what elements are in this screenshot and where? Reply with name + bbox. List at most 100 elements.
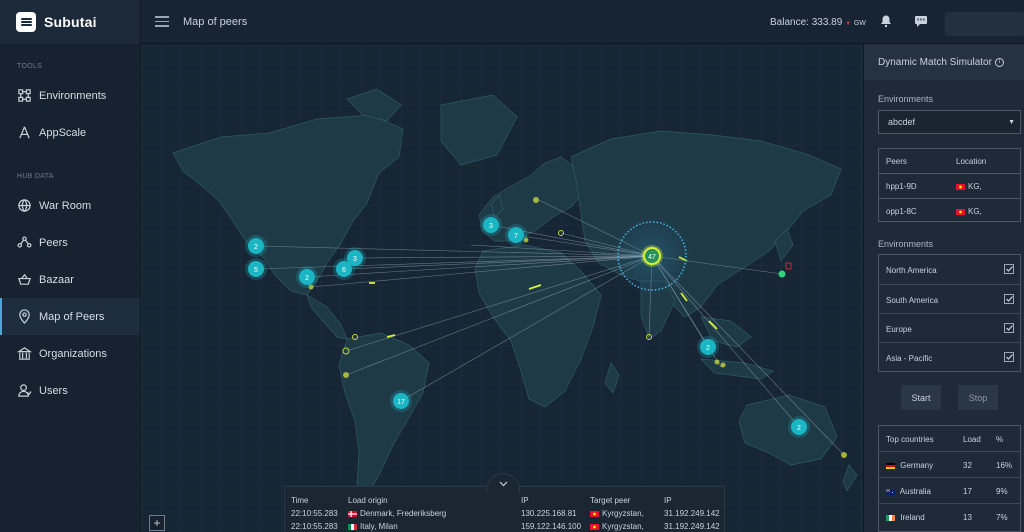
users-icon (16, 383, 32, 399)
start-button[interactable]: Start (901, 385, 941, 410)
caret-down-icon: ▼ (1008, 119, 1015, 126)
cluster-marker[interactable]: 7 (505, 224, 527, 246)
peers-header-location: Location (956, 157, 987, 166)
checkbox-checked-icon[interactable] (1004, 352, 1014, 362)
stop-button[interactable]: Stop (958, 385, 998, 410)
zoom-in-button[interactable]: + (149, 515, 165, 531)
logo[interactable]: Subutai (0, 0, 140, 44)
log-header-origin: Load origin (348, 496, 388, 505)
user-menu[interactable] (945, 12, 1024, 36)
sidebar-item-label: Peers (39, 236, 68, 249)
top-pct: 7% (996, 513, 1008, 522)
log-time: 22:10:55.283 (291, 522, 338, 531)
balance-down-icon: ▼ (845, 21, 852, 27)
log-target-ip: 31.192.249.142 (664, 522, 720, 531)
cluster-marker[interactable]: 17 (390, 390, 412, 412)
organizations-icon (16, 346, 32, 362)
bazaar-icon (16, 272, 32, 288)
checkbox-checked-icon[interactable] (1004, 264, 1014, 274)
cluster-marker[interactable]: 6 (333, 258, 355, 280)
regions-label: Environments (878, 239, 934, 249)
cluster-count: 7 (514, 233, 518, 240)
environment-select[interactable]: abcdef ▼ (878, 110, 1021, 134)
peers-table-header: Peers Location (879, 149, 1020, 173)
region-europe[interactable]: Europe (879, 313, 1020, 342)
sidebar-item-label: Bazaar (39, 273, 74, 286)
region-checklist: North America South America Europe Asia … (878, 254, 1021, 372)
top-country-name: Australia (899, 487, 931, 496)
world-map[interactable]: 2 5 3 6 2 3 7 47 2 17 2 + (141, 45, 863, 532)
chat-icon[interactable] (914, 14, 928, 28)
table-row[interactable]: Australia 17 9% (879, 478, 1020, 503)
top-header: Map of peers Balance: 333.89 ▼ GW (141, 0, 1024, 44)
balance-value: 333.89 (811, 17, 843, 28)
sidebar-item-map-of-peers[interactable]: Map of Peers (0, 298, 140, 335)
peers-table: Peers Location hpp1-9D KG, opp1-8C KG, (878, 148, 1021, 222)
sidebar-item-label: Users (39, 384, 68, 397)
table-row[interactable]: Germany 32 16% (879, 452, 1020, 477)
log-ip: 159.122.146.100 (521, 522, 582, 531)
cluster-marker[interactable]: 5 (245, 258, 267, 280)
top-country-name: Ireland (900, 513, 925, 522)
region-label: South America (886, 296, 939, 305)
log-row[interactable]: 22:10:55.283 Italy, Milan 159.122.146.10… (285, 522, 724, 532)
cluster-count: 2 (797, 425, 801, 432)
table-row[interactable]: opp1-8C KG, (879, 199, 1020, 223)
hub-cluster-marker[interactable]: 47 (641, 245, 663, 267)
region-label: Europe (886, 325, 912, 334)
environments-icon (16, 88, 32, 104)
table-row[interactable]: hpp1-9D KG, (879, 174, 1020, 198)
cluster-marker[interactable]: 2 (245, 235, 267, 257)
dynamic-match-simulator-panel: Dynamic Match Simulator i Environments a… (863, 44, 1024, 532)
top-load: 13 (963, 513, 972, 522)
sidebar-item-war-room[interactable]: War Room (0, 187, 140, 224)
kyrgyzstan-flag-icon (956, 208, 965, 215)
region-asia-pacific[interactable]: Asia - Pacific (879, 342, 1020, 371)
region-label: Asia - Pacific (886, 354, 933, 363)
environment-select-value: abcdef (888, 117, 916, 127)
kyrgyzstan-flag-icon (590, 510, 599, 517)
sidebar-item-label: Organizations (39, 347, 107, 360)
top-pct: 16% (996, 461, 1013, 470)
region-label: North America (886, 266, 937, 275)
map-canvas[interactable]: 2 5 3 6 2 3 7 47 2 17 2 (141, 45, 863, 532)
chevron-down-icon (499, 481, 507, 486)
top-country: Ireland (886, 513, 925, 522)
cluster-count: 5 (254, 267, 258, 274)
map-pin-icon (16, 309, 32, 325)
italy-flag-icon (348, 523, 357, 530)
panel-title: Dynamic Match Simulator (878, 56, 992, 68)
top-load: 17 (963, 487, 972, 496)
log-header-ip: IP (521, 496, 529, 505)
log-target-text: Kyrgyzstan, (602, 522, 644, 531)
cluster-marker[interactable]: 2 (788, 416, 810, 438)
cluster-marker[interactable]: 2 (296, 266, 318, 288)
region-north-america[interactable]: North America (879, 255, 1020, 284)
sidebar-item-bazaar[interactable]: Bazaar (0, 261, 140, 298)
sidebar-item-environments[interactable]: Environments (0, 77, 140, 114)
log-row[interactable]: 22:10:55.283 Denmark, Frederiksberg 130.… (285, 509, 724, 521)
top-pct: 9% (996, 487, 1008, 496)
sidebar-item-label: Environments (39, 89, 107, 102)
cluster-marker[interactable]: 3 (480, 214, 502, 236)
top-countries-header: Top countries Load % (879, 426, 1020, 451)
cluster-marker[interactable]: 2 (697, 336, 719, 358)
menu-icon[interactable] (155, 13, 169, 30)
page-title: Map of peers (183, 15, 248, 28)
bell-icon[interactable] (879, 14, 893, 28)
sidebar-item-peers[interactable]: Peers (0, 224, 140, 261)
checkbox-checked-icon[interactable] (1004, 294, 1014, 304)
germany-flag-icon (886, 462, 895, 469)
info-icon[interactable]: i (994, 57, 1004, 67)
sidebar-item-users[interactable]: Users (0, 372, 140, 409)
table-row[interactable]: Ireland 13 7% (879, 504, 1020, 529)
sidebar-item-appscale[interactable]: AppScale (0, 114, 140, 151)
appscale-icon (16, 125, 32, 141)
cluster-count: 6 (342, 267, 346, 274)
log-origin: Denmark, Frederiksberg (348, 509, 446, 518)
checkbox-checked-icon[interactable] (1004, 323, 1014, 333)
peers-header-peers: Peers (886, 157, 907, 166)
peer-location-text: KG, (968, 207, 982, 216)
sidebar-item-organizations[interactable]: Organizations (0, 335, 140, 372)
region-south-america[interactable]: South America (879, 284, 1020, 313)
